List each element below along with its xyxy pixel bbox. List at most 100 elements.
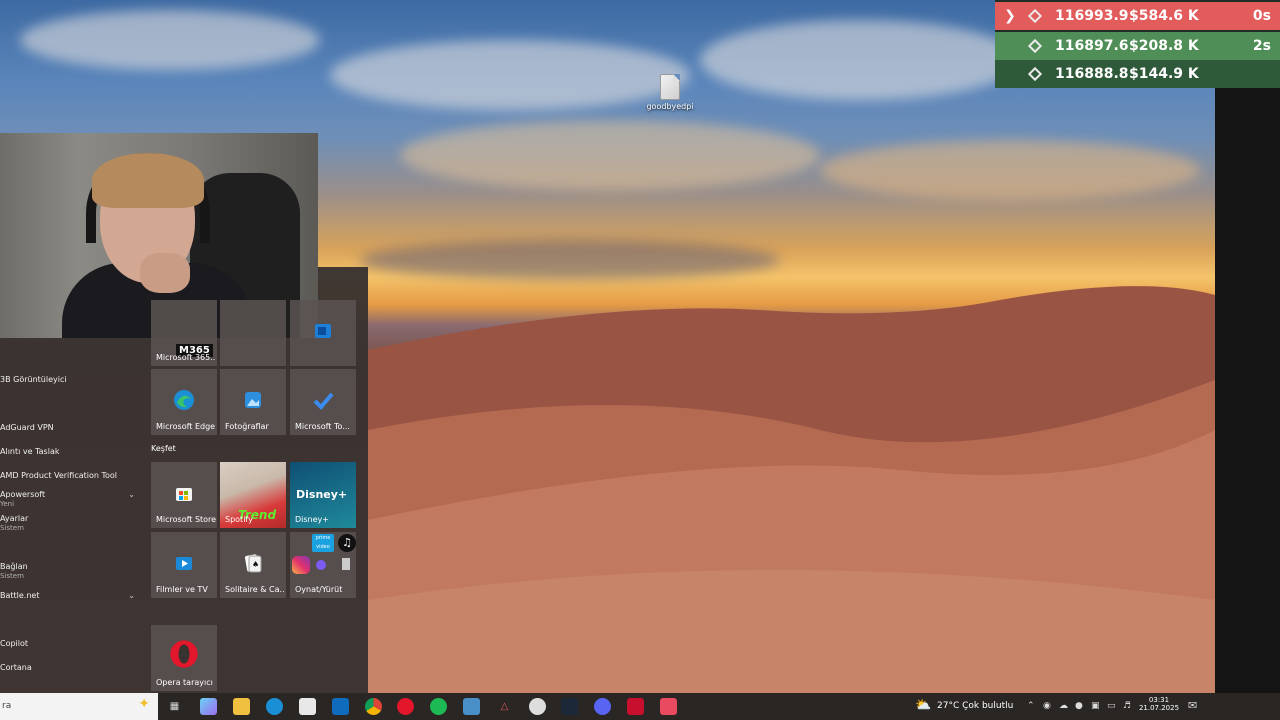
tile-play[interactable]: prime video ♫ Oynat/Yürüt (290, 532, 356, 598)
file-explorer-icon[interactable] (233, 698, 250, 715)
ticker-amount: $584.6 K (1129, 8, 1199, 24)
section-explore-heading: Keşfet (151, 444, 176, 453)
screen-edge-dark (1215, 88, 1280, 693)
tile-label: Microsoft 365... (156, 353, 216, 362)
tile-label: Spotify (225, 515, 253, 524)
volume-icon[interactable]: ♬ (1123, 701, 1131, 711)
prime-video-icon: prime video (312, 534, 334, 552)
tile-label: Filmler ve TV (156, 585, 208, 594)
notification-icon[interactable]: ✉ (1188, 699, 1197, 712)
diamond-icon (1025, 38, 1045, 54)
tile-label: Microsoft Store (156, 515, 216, 524)
edge-icon[interactable] (266, 698, 283, 715)
tile-todo[interactable]: Microsoft To... (290, 369, 356, 435)
task-view-icon[interactable]: ▦ (166, 698, 183, 715)
chevron-down-icon: ❯ (1004, 8, 1016, 24)
store-icon[interactable] (299, 698, 316, 715)
tile-store[interactable]: Microsoft Store (151, 462, 217, 528)
photos-icon (245, 392, 261, 408)
tile-photos[interactable]: Fotoğraflar (220, 369, 286, 435)
app-cortana[interactable]: Cortana (0, 663, 145, 672)
app-3b-viewer[interactable]: 3B Görüntüleyici (0, 375, 145, 384)
weather-text[interactable]: 27°C Çok bulutlu (937, 701, 1013, 711)
ticker-price: 116888.8 (1055, 66, 1129, 82)
tile-label: Fotoğraflar (225, 422, 269, 431)
ticker-amount: $144.9 K (1129, 66, 1199, 82)
weather-icon[interactable]: ⛅ (915, 698, 931, 713)
ticker-age: 2s (1252, 38, 1271, 54)
network-icon[interactable]: ▣ (1091, 701, 1100, 711)
ticker-amount: $208.8 K (1129, 38, 1199, 54)
file-icon (660, 74, 680, 100)
app-label: Apowersoft (0, 490, 46, 499)
checkmark-icon (313, 392, 334, 410)
app-diamond-icon[interactable] (463, 698, 480, 715)
copilot-icon[interactable] (200, 698, 217, 715)
outlook-icon[interactable] (332, 698, 349, 715)
tile-edge[interactable]: Microsoft Edge (151, 369, 217, 435)
tile-label: Microsoft To... (295, 422, 350, 431)
app-triangle-icon[interactable]: △ (496, 698, 513, 715)
microphone-icon[interactable]: ● (1075, 701, 1083, 711)
tile-spotify[interactable]: Trend Spotify (220, 462, 286, 528)
opera-icon[interactable] (397, 698, 414, 715)
tile-films[interactable]: Filmler ve TV (151, 532, 217, 598)
tile-label: Oynat/Yürüt (295, 585, 343, 594)
price-ticker-overlay: ❯ 116993.9 $584.6 K 0s 116897.6 $208.8 K… (995, 0, 1280, 88)
tile-solitaire[interactable]: ♠ Solitaire & Ca... (220, 532, 286, 598)
diamond-icon (1025, 66, 1045, 82)
chevron-down-icon: ⌄ (128, 490, 135, 499)
tile-m365[interactable]: M365 Microsoft 365... (151, 300, 217, 366)
chrome-icon[interactable] (365, 698, 382, 715)
tile-label: Solitaire & Ca... (225, 585, 285, 594)
app-battlenet[interactable]: Battle.net ⌄ (0, 591, 145, 600)
screen: goodbyedpi ❯ 116993.9 $584.6 K 0s 116897… (0, 0, 1280, 720)
svg-text:♠: ♠ (252, 560, 259, 569)
search-input[interactable]: ra ✦ (0, 693, 158, 720)
search-text: ra (2, 701, 12, 711)
app-copilot[interactable]: Copilot (0, 639, 145, 648)
film-icon (176, 557, 192, 570)
tray-app-icon[interactable]: ◉ (1043, 701, 1051, 711)
app-amd-tool[interactable]: AMD Product Verification Tool (0, 471, 145, 480)
desktop-icon-goodbyedpi[interactable]: goodbyedpi (645, 74, 695, 111)
tile-outlook[interactable] (290, 300, 356, 366)
tile-label: Microsoft Edge (156, 422, 216, 431)
app-pink-icon[interactable] (660, 698, 677, 715)
tile-empty[interactable] (220, 300, 286, 366)
tile-label: Opera tarayıcı (156, 678, 213, 687)
discord-icon[interactable] (594, 698, 611, 715)
app-label: 3B Görüntüleyici (0, 375, 67, 384)
app-label: AdGuard VPN (0, 423, 54, 432)
app-label: Ayarlar (0, 514, 29, 523)
display-icon[interactable]: ▭ (1107, 701, 1116, 711)
ticker-row: 116897.6 $208.8 K 2s (995, 32, 1280, 60)
steam-icon[interactable] (561, 698, 578, 715)
app-circle-icon[interactable] (529, 698, 546, 715)
app-snipping[interactable]: Alıntı ve Taslak (0, 447, 145, 456)
spotify-icon[interactable] (430, 698, 447, 715)
opera-icon (170, 640, 198, 668)
clock[interactable]: 03:31 21.07.2025 (1138, 696, 1180, 712)
chevron-down-icon: ⌄ (128, 591, 135, 600)
tiktok-icon: ♫ (338, 534, 356, 552)
disney-logo: Disney+ (296, 488, 348, 501)
app-label: Alıntı ve Taslak (0, 447, 60, 456)
ticker-price: 116897.6 (1055, 38, 1129, 54)
app-adguard-vpn[interactable]: AdGuard VPN (0, 423, 145, 432)
tile-disney[interactable]: Disney+ Disney+ (290, 462, 356, 528)
tile-opera[interactable]: Opera tarayıcı (151, 625, 217, 691)
app-apowersoft[interactable]: Apowersoft Yeni ⌄ (0, 490, 145, 508)
chevron-up-icon[interactable]: ⌃ (1027, 701, 1035, 711)
app-label: Battle.net (0, 591, 40, 600)
app-red-icon[interactable] (627, 698, 644, 715)
outlook-icon (315, 324, 331, 338)
cloud-icon[interactable]: ☁ (1059, 701, 1068, 711)
app-settings[interactable]: Ayarlar Sistem (0, 514, 145, 532)
ticker-row: 116888.8 $144.9 K (995, 60, 1280, 88)
ticker-price: 116993.9 (1055, 8, 1129, 24)
app-sublabel: Sistem (0, 572, 24, 580)
app-connect[interactable]: Bağlan Sistem (0, 562, 145, 580)
app-label: Bağlan (0, 562, 28, 571)
diamond-icon (1025, 8, 1045, 24)
